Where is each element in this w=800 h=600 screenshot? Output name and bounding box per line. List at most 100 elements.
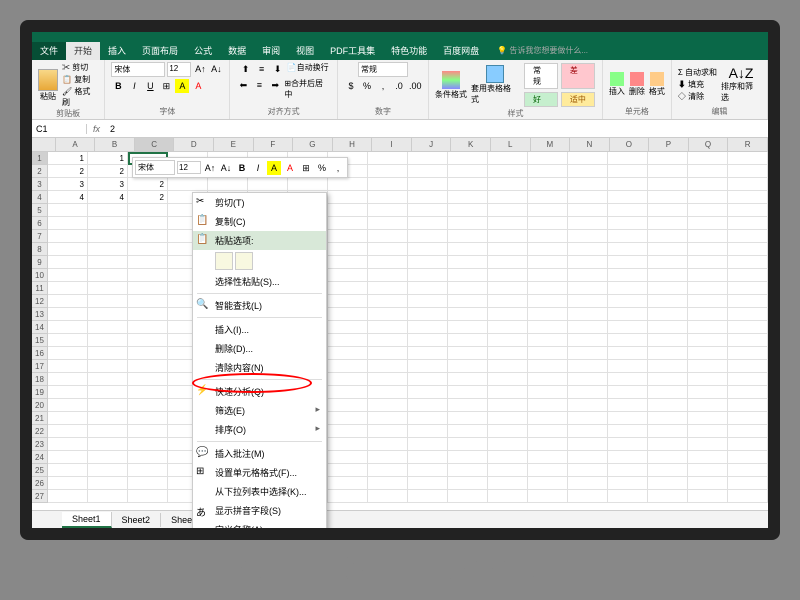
cell[interactable]: [608, 204, 648, 217]
cell[interactable]: [528, 347, 568, 360]
cell[interactable]: [328, 178, 368, 191]
cell[interactable]: [368, 464, 408, 477]
col-header[interactable]: H: [333, 138, 373, 151]
cell[interactable]: [128, 217, 168, 230]
cell[interactable]: [648, 386, 688, 399]
cell[interactable]: [648, 152, 688, 165]
cell[interactable]: [368, 399, 408, 412]
cell[interactable]: [648, 321, 688, 334]
cell[interactable]: [728, 321, 768, 334]
cell[interactable]: [728, 243, 768, 256]
cell[interactable]: [408, 477, 448, 490]
cell[interactable]: [608, 269, 648, 282]
cell[interactable]: [568, 217, 608, 230]
fill-color-button[interactable]: A: [175, 79, 189, 93]
col-header[interactable]: M: [531, 138, 571, 151]
cell[interactable]: [688, 269, 728, 282]
cell[interactable]: [128, 334, 168, 347]
menu-paste-special[interactable]: 选择性粘贴(S)...: [193, 272, 326, 291]
cell[interactable]: [648, 490, 688, 503]
cell[interactable]: [88, 386, 128, 399]
cell[interactable]: [488, 256, 528, 269]
cell[interactable]: [408, 282, 448, 295]
cell[interactable]: [88, 490, 128, 503]
cell[interactable]: [368, 308, 408, 321]
cell[interactable]: [568, 321, 608, 334]
cell[interactable]: [408, 412, 448, 425]
select-all-corner[interactable]: [32, 138, 56, 151]
row-header[interactable]: 3: [32, 178, 48, 191]
cell[interactable]: [728, 308, 768, 321]
cell[interactable]: 3: [88, 178, 128, 191]
row-header[interactable]: 24: [32, 451, 48, 464]
cell[interactable]: [688, 490, 728, 503]
cell[interactable]: [728, 373, 768, 386]
cell[interactable]: [568, 438, 608, 451]
cell[interactable]: [648, 282, 688, 295]
cell[interactable]: [328, 308, 368, 321]
cell[interactable]: [368, 191, 408, 204]
row-header[interactable]: 6: [32, 217, 48, 230]
cell[interactable]: [528, 464, 568, 477]
autosum-button[interactable]: Σ 自动求和: [678, 67, 717, 78]
cells-area[interactable]: 112222332442: [48, 152, 768, 503]
tab-insert[interactable]: 插入: [100, 42, 134, 60]
cell[interactable]: [528, 373, 568, 386]
cell[interactable]: [608, 425, 648, 438]
cell[interactable]: [568, 295, 608, 308]
paste-option-1[interactable]: [215, 252, 233, 270]
cell[interactable]: [568, 490, 608, 503]
col-header[interactable]: B: [95, 138, 135, 151]
cell[interactable]: [48, 477, 88, 490]
col-header[interactable]: O: [610, 138, 650, 151]
cell[interactable]: [448, 165, 488, 178]
percent-icon[interactable]: %: [360, 79, 374, 93]
mini-percent[interactable]: %: [315, 161, 329, 175]
cell[interactable]: [48, 230, 88, 243]
cell[interactable]: [648, 412, 688, 425]
comma-icon[interactable]: ,: [376, 79, 390, 93]
align-left-icon[interactable]: ⬅: [236, 78, 250, 92]
mini-bold[interactable]: B: [235, 161, 249, 175]
cell[interactable]: [568, 334, 608, 347]
cell[interactable]: [488, 230, 528, 243]
cell[interactable]: [408, 334, 448, 347]
col-header[interactable]: F: [254, 138, 294, 151]
cell[interactable]: [608, 256, 648, 269]
row-header[interactable]: 27: [32, 490, 48, 503]
tab-formulas[interactable]: 公式: [186, 42, 220, 60]
cell[interactable]: [608, 399, 648, 412]
cell[interactable]: [88, 451, 128, 464]
cell[interactable]: [88, 464, 128, 477]
cell[interactable]: [568, 373, 608, 386]
cell[interactable]: [728, 490, 768, 503]
cell[interactable]: [448, 191, 488, 204]
cell[interactable]: [368, 295, 408, 308]
cell[interactable]: [648, 295, 688, 308]
cell[interactable]: [88, 399, 128, 412]
cell[interactable]: [568, 425, 608, 438]
cell[interactable]: [208, 178, 248, 191]
cell[interactable]: [328, 373, 368, 386]
col-header[interactable]: E: [214, 138, 254, 151]
cell[interactable]: [528, 386, 568, 399]
cell[interactable]: [448, 451, 488, 464]
cell[interactable]: [48, 425, 88, 438]
cell[interactable]: [528, 360, 568, 373]
cell[interactable]: [448, 373, 488, 386]
cell[interactable]: [728, 217, 768, 230]
cell[interactable]: [608, 230, 648, 243]
table-format-button[interactable]: 套用表格格式: [471, 65, 519, 105]
cell[interactable]: [488, 165, 528, 178]
cell[interactable]: [688, 282, 728, 295]
cell[interactable]: [528, 165, 568, 178]
cell[interactable]: [448, 477, 488, 490]
cell[interactable]: 2: [128, 191, 168, 204]
cell[interactable]: [408, 243, 448, 256]
cell[interactable]: [328, 282, 368, 295]
align-middle-icon[interactable]: ≡: [255, 62, 269, 76]
col-header[interactable]: A: [56, 138, 96, 151]
cell[interactable]: [688, 399, 728, 412]
cell[interactable]: [328, 399, 368, 412]
cell[interactable]: [728, 386, 768, 399]
